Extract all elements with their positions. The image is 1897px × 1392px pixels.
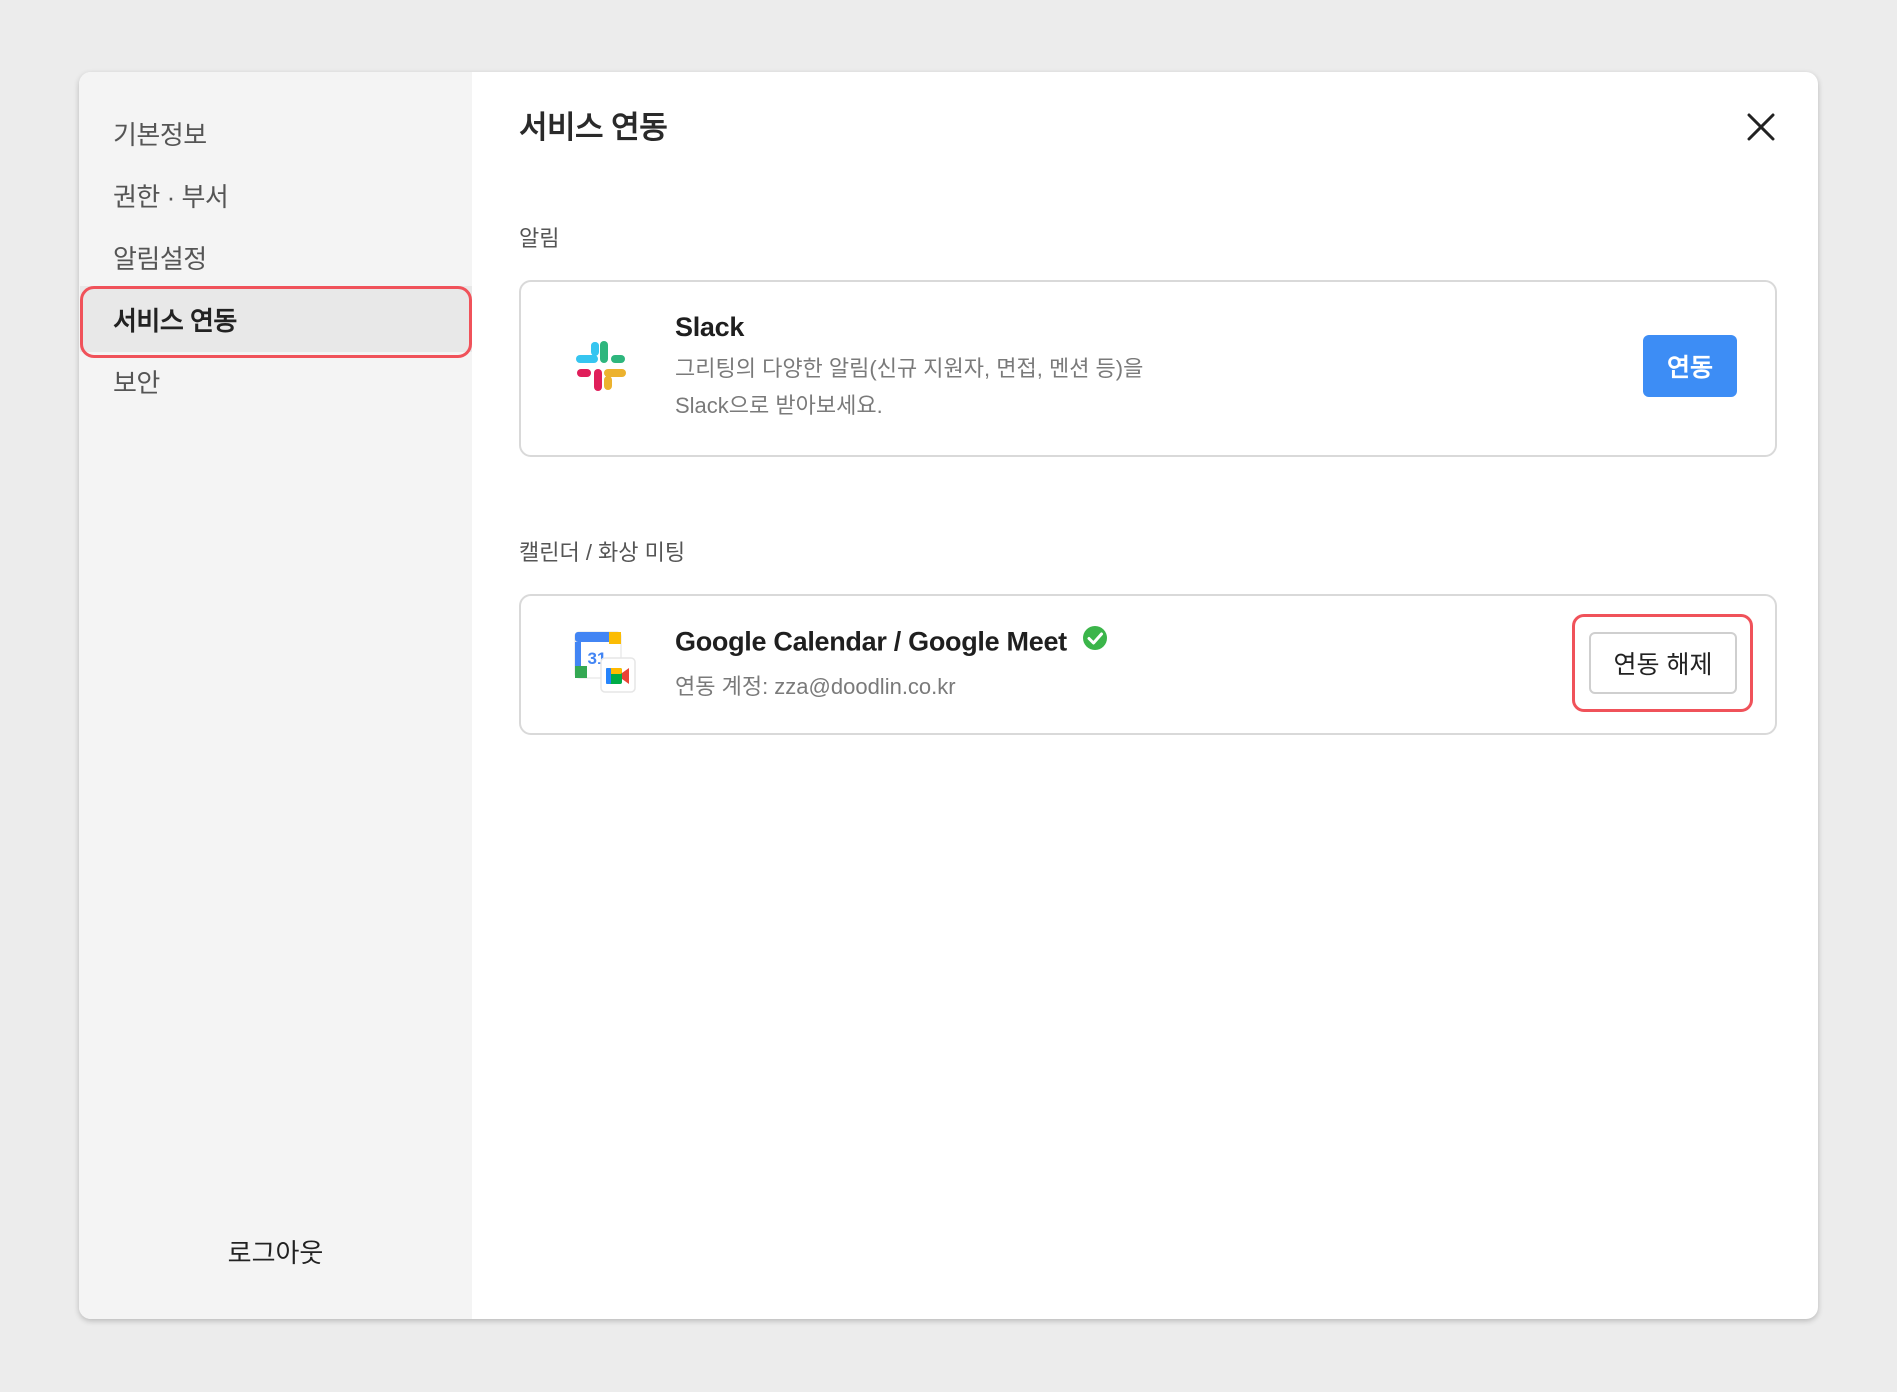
page-title: 서비스 연동 [519,110,668,145]
slack-integration-card: Slack 그리팅의 다양한 알림(신규 지원자, 면접, 멘션 등)을 Sla… [519,280,1777,457]
sidebar-item-security[interactable]: 보안 [113,370,160,396]
slack-logo-icon [573,338,629,399]
section-label-notifications: 알림 [519,226,560,251]
sidebar-item-permissions-department[interactable]: 권한 · 부서 [113,184,229,210]
sidebar-item-basic-info[interactable]: 기본정보 [113,122,207,148]
slack-card-description: 그리팅의 다양한 알림(신규 지원자, 면접, 멘션 등)을 Slack으로 받… [675,350,1143,424]
section-label-calendar-meeting: 캘린더 / 화상 미팅 [519,540,686,565]
sidebar-item-service-integration[interactable]: 서비스 연동 [113,308,237,334]
google-calendar-title-text: Google Calendar / Google Meet [675,626,1067,657]
settings-modal: 기본정보 권한 · 부서 알림설정 서비스 연동 보안 로그아웃 서비스 연동 … [79,72,1818,1319]
slack-description-line-1: 그리팅의 다양한 알림(신규 지원자, 면접, 멘션 등)을 [675,356,1144,381]
slack-description-line-2: Slack으로 받아보세요. [675,393,883,418]
google-calendar-card-title: Google Calendar / Google Meet [675,625,1108,659]
sidebar: 기본정보 권한 · 부서 알림설정 서비스 연동 보안 로그아웃 [79,72,472,1319]
close-icon[interactable] [1744,110,1778,144]
sidebar-item-notification-settings[interactable]: 알림설정 [113,246,207,272]
google-calendar-disconnect-button[interactable]: 연동 해제 [1589,632,1737,694]
slack-connect-button[interactable]: 연동 [1643,335,1737,397]
slack-card-title: Slack [675,312,745,342]
google-calendar-account-text: 연동 계정: zza@doodlin.co.kr [675,674,956,699]
main-panel: 서비스 연동 알림 Slack 그리팅의 다양한 알림(신규 지원자, 면접, … [472,72,1818,1319]
check-circle-icon [1082,625,1108,656]
logout-button[interactable]: 로그아웃 [79,1240,472,1266]
google-calendar-integration-card: 31 Google Calendar / Google Meet 연동 계정: … [519,594,1777,735]
google-calendar-meet-logo-icon: 31 [573,630,639,701]
